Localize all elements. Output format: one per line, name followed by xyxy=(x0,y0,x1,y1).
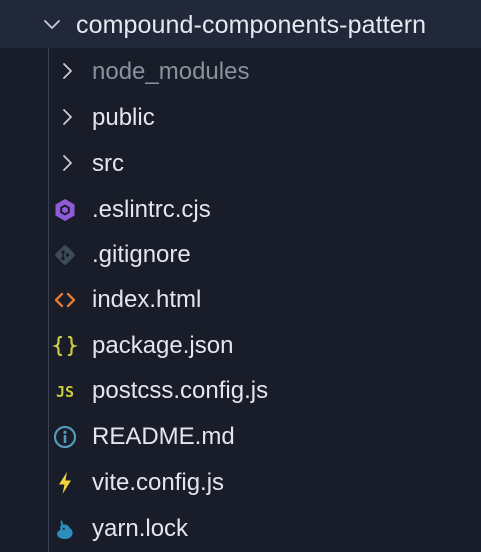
yarn-icon xyxy=(52,516,78,542)
chevron-right-icon xyxy=(63,155,72,171)
file-eslintrc[interactable]: .eslintrc.cjs xyxy=(0,187,481,232)
file-vite-config[interactable]: vite.config.js xyxy=(0,460,481,505)
folder-label: src xyxy=(92,150,124,177)
chevron-right-icon xyxy=(63,109,72,125)
file-label: vite.config.js xyxy=(92,469,225,496)
file-label: package.json xyxy=(92,332,234,359)
file-label: postcss.config.js xyxy=(92,377,269,404)
file-readme[interactable]: README.md xyxy=(0,414,481,459)
folder-label: node_modules xyxy=(92,58,250,85)
html-icon xyxy=(52,287,78,313)
javascript-icon: JS xyxy=(52,378,78,404)
file-label: yarn.lock xyxy=(92,515,189,542)
file-index-html[interactable]: index.html xyxy=(0,277,481,322)
git-icon xyxy=(52,242,78,268)
folder-node-modules[interactable]: node_modules xyxy=(0,49,481,94)
file-gitignore[interactable]: .gitignore xyxy=(0,232,481,277)
folder-label: public xyxy=(92,104,155,131)
file-label: .eslintrc.cjs xyxy=(92,196,211,223)
file-label: index.html xyxy=(92,286,202,313)
svg-text:JS: JS xyxy=(56,383,74,401)
file-explorer: compound-components-pattern node_modules… xyxy=(0,0,481,552)
file-package-json[interactable]: package.json xyxy=(0,323,481,368)
eslint-icon xyxy=(52,197,78,223)
info-icon xyxy=(52,424,78,450)
chevron-right-icon xyxy=(63,63,72,79)
folder-src[interactable]: src xyxy=(0,141,481,186)
folder-public[interactable]: public xyxy=(0,95,481,140)
file-yarn-lock[interactable]: yarn.lock xyxy=(0,506,481,551)
file-postcss-config[interactable]: JS postcss.config.js xyxy=(0,368,481,413)
file-label: .gitignore xyxy=(92,241,191,268)
json-icon xyxy=(52,333,78,359)
chevron-down-icon xyxy=(44,20,60,29)
folder-root-compound-components-pattern[interactable]: compound-components-pattern xyxy=(0,0,481,48)
folder-label: compound-components-pattern xyxy=(76,11,427,39)
file-label: README.md xyxy=(92,423,235,450)
vite-icon xyxy=(52,470,78,496)
